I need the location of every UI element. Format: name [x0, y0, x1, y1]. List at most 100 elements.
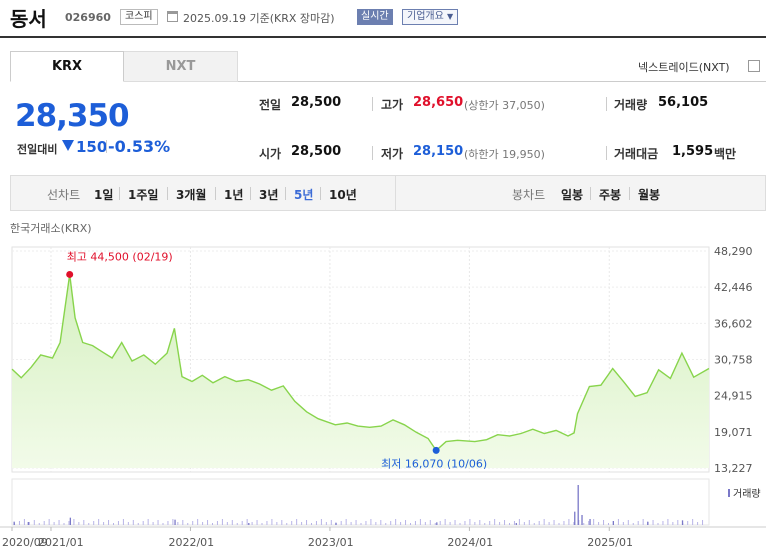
period-1w[interactable]: 1주일 [128, 186, 158, 203]
volume-label: 거래량 [614, 98, 648, 112]
period-3y[interactable]: 3년 [259, 186, 278, 203]
volume-bar-base [276, 522, 278, 525]
dropdown-arrow-icon: ▼ [447, 12, 454, 21]
volume-bar-base [568, 519, 570, 525]
volume-bar [335, 522, 337, 525]
volume-bar-base [28, 522, 30, 525]
volume-bar-base [469, 519, 471, 525]
candle-monthly[interactable]: 월봉 [638, 186, 660, 203]
volume-bar [581, 515, 583, 525]
y-tick-label: 30,758 [714, 354, 753, 367]
candle-daily[interactable]: 일봉 [561, 186, 583, 203]
y-tick-label: 13,227 [714, 462, 753, 475]
volume-bar-base [434, 523, 436, 525]
volume-legend-label: 거래량 [733, 488, 761, 500]
tab-nxt[interactable]: NXT [124, 51, 238, 82]
volume-legend-swatch [728, 489, 730, 497]
volume-bar-base [271, 519, 273, 525]
volume-bar-base [296, 519, 298, 525]
volume-bar-base [365, 521, 367, 525]
volume-bar-base [103, 522, 105, 525]
high-value: 28,650 [413, 95, 464, 110]
volume-bar-base [617, 519, 619, 525]
date-value: 2025.09.19 [183, 12, 246, 25]
volume-bar-base [212, 523, 213, 525]
volume-bar-base [499, 522, 501, 525]
volume-bar-base [444, 519, 446, 525]
period-1d[interactable]: 1일 [94, 186, 113, 203]
period-separator [215, 187, 216, 200]
volume-bar-base [543, 519, 545, 525]
period-10y[interactable]: 10년 [329, 186, 357, 203]
candle-weekly[interactable]: 주봉 [599, 186, 621, 203]
volume-bar-base [93, 521, 95, 525]
volume-bar-base [553, 520, 555, 525]
price-chart: 48,290 42,446 36,602 30,758 24,915 19,071 13,2… [0, 245, 766, 549]
volume-bar-base [380, 520, 382, 525]
period-1y[interactable]: 1년 [224, 186, 243, 203]
volume-bar-base [360, 523, 362, 525]
volume-bar-base [637, 521, 639, 525]
volume-bar-base [449, 522, 451, 525]
volume-bar-base [345, 519, 347, 525]
volume-bar-base [315, 521, 317, 525]
volume-bar-base [286, 523, 288, 525]
volume-bar-base [608, 523, 609, 525]
volume-bar-base [320, 519, 322, 525]
volume-bar-base [63, 523, 65, 525]
amount-value: 1,595 [672, 144, 714, 159]
volume-bar-base [246, 519, 248, 525]
y-tick-label: 36,602 [714, 317, 753, 330]
x-tick-label: 2022/01 [168, 536, 214, 549]
high-label: 고가 [381, 98, 404, 112]
volume-bar-base [538, 521, 540, 525]
volume-bar-base [157, 520, 159, 525]
volume-bar-base [241, 521, 243, 525]
volume-bar [13, 521, 15, 525]
volume-bar-base [38, 523, 40, 525]
volume-bar-base [325, 522, 327, 525]
volume-bar-base [642, 519, 644, 525]
period-3m[interactable]: 3개월 [176, 186, 206, 203]
volume-bar-base [117, 521, 119, 525]
volume-bar-base [132, 520, 134, 525]
volume-bar-base [395, 519, 397, 525]
volume-bar-base [662, 521, 664, 525]
volume-bar-base [23, 519, 25, 525]
volume-bar-base [58, 520, 60, 525]
volume-bar-base [459, 523, 461, 525]
tab-krx[interactable]: KRX [10, 51, 124, 82]
volume-bar-base [216, 521, 218, 525]
volume-bar [27, 522, 29, 525]
diff-separator [106, 140, 107, 153]
volume-bar-base [439, 521, 441, 525]
volume-bar-base [53, 522, 55, 525]
volume-bar [647, 521, 649, 525]
x-tick-label: 2023/01 [308, 536, 354, 549]
volume-bar-base [192, 521, 194, 525]
volume-bar [174, 519, 176, 525]
company-name: 동서 [10, 7, 47, 31]
volume-bar [612, 521, 615, 525]
amount-label: 거래대금 [614, 147, 659, 161]
y-tick-label: 19,071 [714, 426, 753, 439]
stock-code: 026960 [65, 11, 111, 24]
x-tick-label: 2021/01 [38, 536, 84, 549]
amount-unit: 백만 [714, 147, 737, 161]
company-info-label: 기업개요 [407, 11, 444, 22]
volume-bar-base [692, 519, 694, 525]
nxt-trade-checkbox[interactable] [748, 60, 760, 72]
volume-bar-base [306, 520, 308, 525]
realtime-button[interactable]: 실시간 [357, 9, 393, 25]
company-info-button[interactable]: 기업개요 ▼ [402, 9, 459, 25]
period-5y[interactable]: 5년 [294, 186, 313, 203]
high-marker [66, 270, 74, 278]
period-separator [629, 187, 630, 200]
volume-value: 56,105 [658, 95, 709, 110]
volume-bar-base [667, 519, 669, 525]
lower-limit: (하한가 19,950) [464, 148, 545, 161]
low-label: 저가 [381, 147, 404, 161]
volume-bar-base [672, 522, 674, 525]
volume-bar-base [291, 521, 293, 525]
volume-bar-base [207, 520, 209, 525]
